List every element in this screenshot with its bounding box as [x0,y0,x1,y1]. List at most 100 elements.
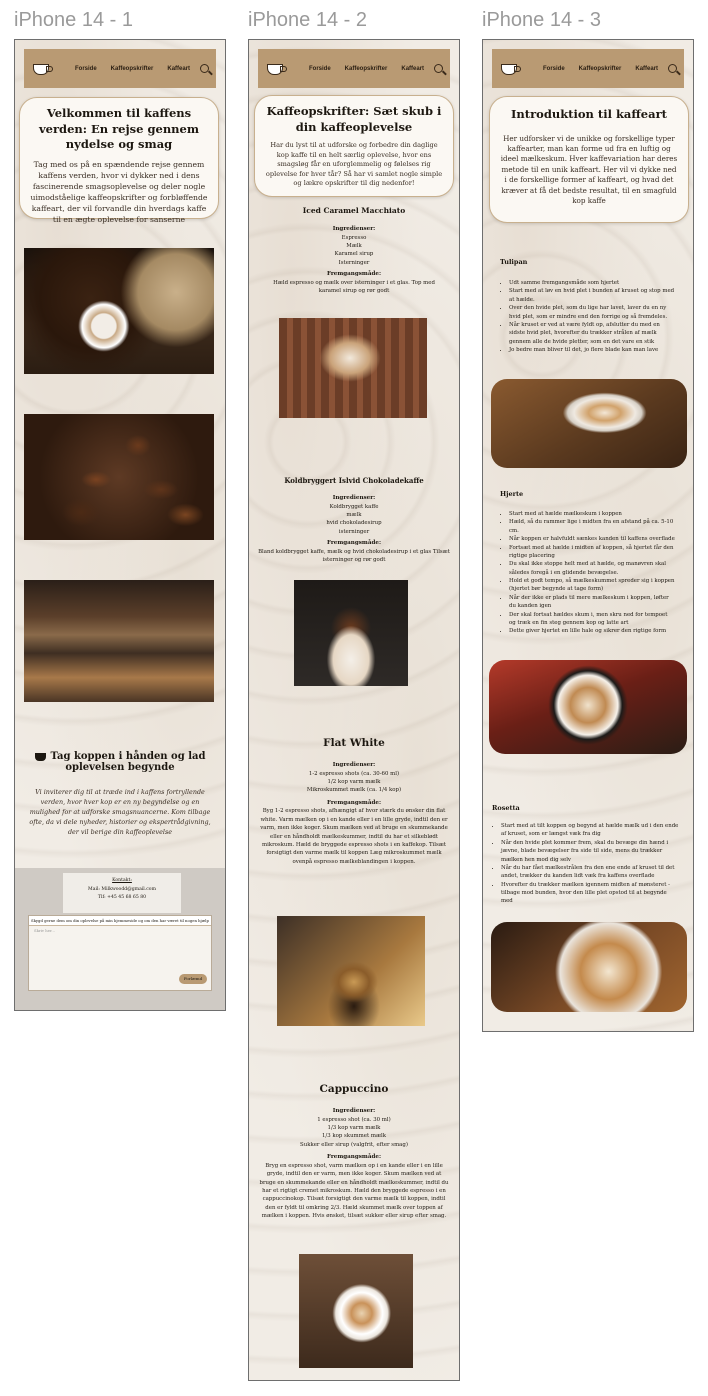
nav-link-kaffeart[interactable]: Kaffeart [635,66,658,72]
contact-heading: Kontakt: [112,878,132,883]
nav-link-forside[interactable]: Forside [543,66,565,72]
recipe3-method-label: Fremgangsmåde: [326,799,382,806]
hero-text: Har du lyst til at udforske og forbedre … [265,141,443,188]
frame-forside: Forside Kaffeopskrifter Kaffeart Velkomm… [14,39,226,1011]
recipe4-ing-1: 1 espresso shot (ca. 30 ml) [317,1116,391,1123]
hjerte-step: Du skal ikke stoppe helt med at hælde, o… [509,560,675,577]
recipe3-ing-1: 1-2 espresso shots (ca. 30-60 ml) [308,770,400,777]
iced-caramel-macchiato-image [279,318,427,418]
recipe2-ing-2: mælk [346,512,362,519]
nav-link-kaffeopskrifter[interactable]: Kaffeopskrifter [345,66,388,72]
hjerte-step: Dette giver hjertet en lille hale og sik… [509,627,675,635]
recipe4-method-label: Fremgangsmåde: [326,1154,382,1161]
recipe4-title: Cappuccino [319,1083,389,1095]
search-icon[interactable] [668,64,677,73]
coffee-cup-logo-icon[interactable] [31,62,53,76]
tulipan-steps: Udt samme fremgangsmåde som hjertet Star… [501,279,675,354]
frame-title-3: iPhone 14 - 3 [482,9,601,31]
rosetta-steps: Start med at tilt koppen og begynd at hæ… [493,822,679,906]
hero-title: Introduktion til kaffeart [511,107,667,121]
hero-text: Tag med os på en spændende rejse gennem … [30,159,208,225]
coffee-beans-cup-image [24,248,214,374]
submit-button[interactable]: Forlæmd [179,974,207,984]
recipe1-ing-2: Mælk [346,243,362,250]
contact-phone[interactable]: Tlf: +45 45 68 65 80 [63,894,181,903]
recipe2-ing-1: Koldbrygget kaffe [329,503,379,510]
recipe2-ing-3: hvid chokoladesirup [326,520,382,527]
recipe1-title: Iced Caramel Macchiato [302,206,406,215]
rosetta-step: Når den hvide plet kommer frem, skal du … [501,839,679,864]
recipe3-body: Ingredienser: 1-2 espresso shots (ca. 30… [259,761,449,866]
cup-icon [34,752,46,761]
hjerte-title: Hjerte [500,490,524,498]
frame-kaffeopskrifter: Forside Kaffeopskrifter Kaffeart Kaffeop… [248,39,460,1381]
recipe1-ing-3: Karamel sirup [334,251,374,258]
recipe2-ing-4: isterninger [338,528,370,535]
cta-heading: Tag koppen i hånden og lad oplevelsen be… [31,751,209,773]
nav-link-forside[interactable]: Forside [309,66,331,72]
recipe1-ing-1: Espresso [341,234,367,241]
rosetta-step: Hvorefter du trækker mælken igennem midt… [501,881,679,906]
recipe2-method-label: Fremgangsmåde: [326,540,382,547]
navbar: Forside Kaffeopskrifter Kaffeart [24,49,216,88]
cappuccino-image [299,1254,413,1368]
hero-card: Introduktion til kaffeart Her udforsker … [489,96,689,223]
recipe4-steps: Bryg en espresso shot, varm mælken op i … [259,1162,449,1220]
tulipan-title: Tulipan [500,258,528,266]
tulipan-step: Over den hvide plet, som du lige har lav… [509,304,675,321]
contact-box: Kontakt: Mail: Milkwoodd@gmail.com Tlf: … [63,873,181,913]
contact-section: Kontakt: Mail: Milkwoodd@gmail.com Tlf: … [15,868,225,1010]
frame-title-1: iPhone 14 - 1 [14,9,133,31]
hjerte-step: Der skal fortsat hældes skum i, men skru… [509,611,675,628]
nav-link-forside[interactable]: Forside [75,66,97,72]
frame-kaffeart: Forside Kaffeopskrifter Kaffeart Introdu… [482,39,694,1032]
hero-card: Kaffeopskrifter: Sæt skub i din kaffeopl… [254,95,454,197]
hero-card: Velkommen til kaffens verden: En rejse g… [19,97,219,224]
hero-title: Kaffeopskrifter: Sæt skub i din kaffeopl… [266,104,442,134]
rosetta-step: Start med at tilt koppen og begynd at hæ… [501,822,679,839]
cta-title: Tag koppen i hånden og lad oplevelsen be… [50,751,206,773]
recipe4-ing-2: 1/3 kop varm mælk [327,1125,381,1132]
contact-mail[interactable]: Mail: Milkwoodd@gmail.com [63,886,181,895]
coffee-shop-interior-image [24,580,214,702]
tulipan-step: Jo bedre man bliver til det, jo flere bl… [509,346,675,354]
flat-white-image [277,916,425,1026]
coffee-cup-logo-icon[interactable] [499,62,521,76]
cta-text: Vi inviterer dig til at træde ind i kaff… [29,788,211,836]
search-icon[interactable] [434,64,443,73]
frame-title-2: iPhone 14 - 2 [248,9,367,31]
hero-title: Velkommen til kaffens verden: En rejse g… [38,106,200,152]
recipe2-body: Ingredienser: Koldbrygget kaffe mælk hvi… [257,494,451,565]
hero-text: Her udforsker vi de unikke og forskellig… [500,133,678,206]
recipe4-ing-3: 1/3 kop skummet mælk [321,1133,387,1140]
rosetta-latte-art-image [491,922,687,1012]
recipe3-ing-3: Mikroskummet mælk (ca. 1/4 kop) [306,787,402,794]
recipe1-method-label: Fremgangsmåde: [326,271,382,278]
tulipan-step: Når kruset er ved at være fyldt op, afsl… [509,321,675,346]
recipe3-title: Flat White [323,737,385,749]
hjerte-step: Når koppen er halvfuldt sænkes kanden ti… [509,535,675,543]
heart-latte-art-image [489,660,687,754]
recipe1-ing-label: Ingredienser: [332,226,376,232]
tulipan-step: Udt samme fremgangsmåde som hjertet [509,279,675,287]
rosetta-step: Når du har fået mælkestrålen fra den ene… [501,864,679,881]
recipe4-ing-label: Ingredienser: [332,1108,376,1114]
recipe2-steps: Bland koldbrygget kaffe, mælk og hvid ch… [258,548,450,564]
recipe4-ing-4: Sukker eller sirup (valgfrit, efter smag… [300,1141,408,1148]
coffee-cup-logo-icon[interactable] [265,62,287,76]
tulip-latte-art-image [491,379,687,468]
recipe1-steps: Hæld espresso og mælk over isterninger i… [273,279,435,295]
feedback-label: Skygd gerne dem om din oplevelse på min … [29,916,211,926]
search-icon[interactable] [200,64,209,73]
recipe1-ing-4: Isterninger [338,259,370,266]
recipe3-ing-2: 1/2 kop varm mælk [327,779,381,786]
nav-link-kaffeart[interactable]: Kaffeart [167,66,190,72]
recipe4-body: Ingredienser: 1 espresso shot (ca. 30 ml… [259,1107,449,1220]
hjerte-step: Hæld, så du rammer lige i midten fra en … [509,518,675,535]
flying-coffee-beans-image [24,414,214,540]
nav-link-kaffeopskrifter[interactable]: Kaffeopskrifter [579,66,622,72]
nav-link-kaffeopskrifter[interactable]: Kaffeopskrifter [111,66,154,72]
nav-link-kaffeart[interactable]: Kaffeart [401,66,424,72]
hjerte-step: Start med at hælde mælkeskum i koppen [509,510,675,518]
recipe3-steps: Byg 1-2 espresso shots, afhængigt af hvo… [260,808,448,865]
